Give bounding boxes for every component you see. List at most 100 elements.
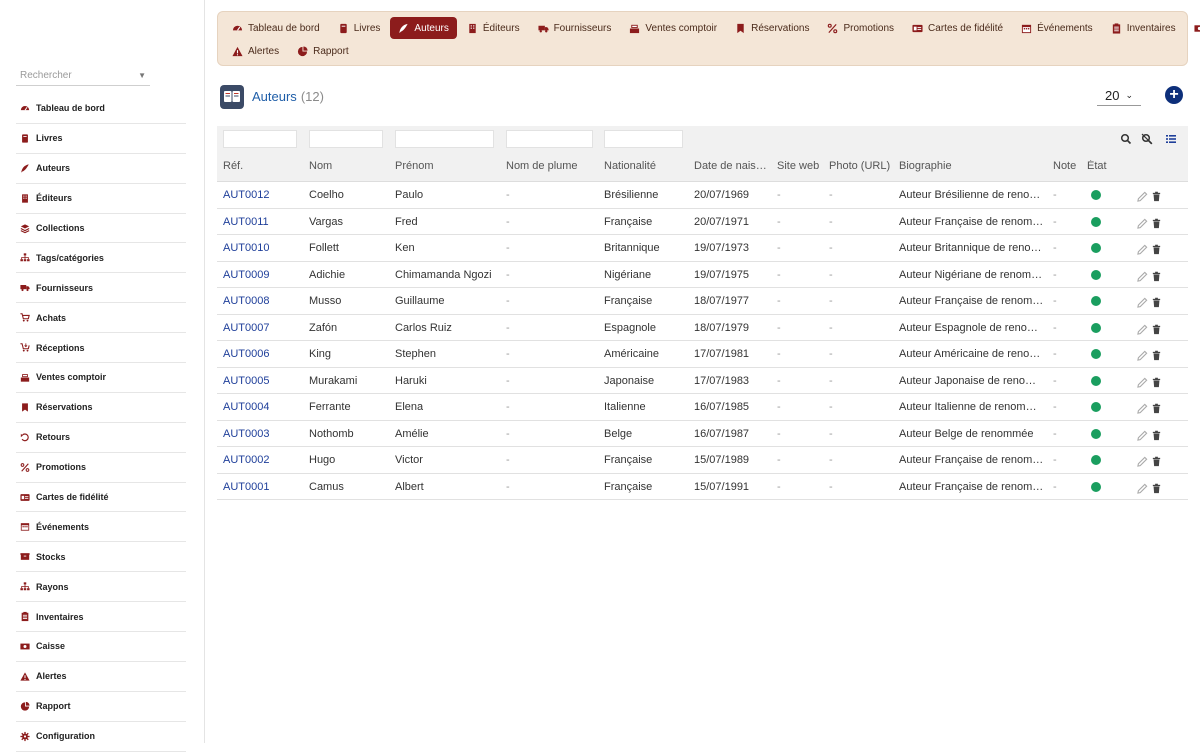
nav-tab-evenements[interactable]: Événements xyxy=(1013,17,1101,39)
nav-tab-promotions[interactable]: Promotions xyxy=(819,17,902,39)
sidebar-item-receptions[interactable]: Réceptions xyxy=(16,333,186,364)
filter-prenom-input[interactable] xyxy=(395,130,494,148)
sidebar-item-ventes-comptoir[interactable]: Ventes comptoir xyxy=(16,363,186,393)
column-header-photo-url[interactable]: Photo (URL) xyxy=(829,160,890,172)
author-ref-link[interactable]: AUT0010 xyxy=(223,242,269,254)
nav-tab-editeurs[interactable]: Éditeurs xyxy=(459,17,528,39)
nav-tab-caisse[interactable]: Caisse xyxy=(1186,17,1200,39)
author-ref-link[interactable]: AUT0001 xyxy=(223,481,269,493)
author-ref-link[interactable]: AUT0004 xyxy=(223,401,269,413)
sidebar-item-caisse[interactable]: Caisse xyxy=(16,632,186,662)
edit-icon[interactable] xyxy=(1137,322,1148,335)
trash-icon[interactable] xyxy=(1151,348,1162,361)
edit-icon[interactable] xyxy=(1137,269,1148,282)
filter-nom-input[interactable] xyxy=(309,130,383,148)
trash-icon[interactable] xyxy=(1151,428,1162,440)
column-header-ref[interactable]: Réf. xyxy=(223,160,243,172)
trash-icon[interactable] xyxy=(1151,481,1162,493)
sidebar-item-inventaires[interactable]: Inventaires xyxy=(16,602,186,633)
sidebar-item-configuration[interactable]: Configuration xyxy=(16,722,186,752)
author-ref-link[interactable]: AUT0002 xyxy=(223,454,269,466)
table-cell: - xyxy=(829,189,833,201)
sidebar-item-editeurs[interactable]: Éditeurs xyxy=(16,184,186,214)
edit-icon[interactable] xyxy=(1137,428,1148,441)
sidebar-item-collections[interactable]: Collections xyxy=(16,214,186,244)
nav-tab-reservations[interactable]: Réservations xyxy=(727,17,817,39)
trash-icon[interactable] xyxy=(1151,322,1162,334)
sidebar-item-retours[interactable]: Retours xyxy=(16,423,186,453)
clear-search-icon[interactable] xyxy=(1141,132,1153,145)
sidebar-item-cartes-de-fidelite[interactable]: Cartes de fidélité xyxy=(16,483,186,513)
trash-icon[interactable] xyxy=(1151,295,1162,308)
sidebar-item-alertes[interactable]: Alertes xyxy=(16,662,186,692)
sidebar-item-rapport[interactable]: Rapport xyxy=(16,692,186,722)
nav-tab-livres[interactable]: Livres xyxy=(330,17,389,39)
column-header-nationalite[interactable]: Nationalité xyxy=(604,160,656,172)
nav-tab-tableau-de-bord[interactable]: Tableau de bord xyxy=(224,17,328,39)
nav-tab-fournisseurs[interactable]: Fournisseurs xyxy=(530,17,620,39)
per-page-select[interactable]: 20 ⌄ xyxy=(1097,86,1141,106)
edit-icon[interactable] xyxy=(1137,242,1148,255)
column-header-site-web[interactable]: Site web xyxy=(777,160,819,172)
column-header-etat[interactable]: État xyxy=(1087,160,1107,172)
add-author-button[interactable]: + xyxy=(1165,86,1183,104)
sidebar-item-auteurs[interactable]: Auteurs xyxy=(16,154,186,184)
column-header-date-de-naissance[interactable]: Date de naissance xyxy=(694,160,769,172)
edit-icon[interactable] xyxy=(1137,375,1148,388)
sidebar-item-rayons[interactable]: Rayons xyxy=(16,572,186,603)
edit-icon[interactable] xyxy=(1137,189,1148,202)
column-header-note[interactable]: Note xyxy=(1053,160,1076,172)
sidebar-item-tableau-de-bord[interactable]: Tableau de bord xyxy=(16,94,186,124)
edit-icon[interactable] xyxy=(1137,481,1148,494)
sidebar-item-promotions[interactable]: Promotions xyxy=(16,453,186,483)
edit-icon[interactable] xyxy=(1137,454,1148,467)
nav-tab-cartes-de-fidelite[interactable]: Cartes de fidélité xyxy=(904,17,1011,39)
filter-ref-input[interactable] xyxy=(223,130,297,148)
table-cell: - xyxy=(506,348,510,360)
filter-nationalite-input[interactable] xyxy=(604,130,683,148)
nav-tab-ventes-comptoir[interactable]: Ventes comptoir xyxy=(621,17,725,39)
author-ref-link[interactable]: AUT0007 xyxy=(223,322,269,334)
search-icon[interactable] xyxy=(1120,132,1132,145)
author-ref-link[interactable]: AUT0012 xyxy=(223,189,269,201)
sidebar-search-input[interactable]: Rechercher ▼ xyxy=(16,66,150,86)
column-header-nom[interactable]: Nom xyxy=(309,160,332,172)
table-cell: - xyxy=(506,189,510,201)
author-ref-link[interactable]: AUT0006 xyxy=(223,348,269,360)
trash-icon[interactable] xyxy=(1151,189,1162,202)
sidebar-item-tags-categories[interactable]: Tags/catégories xyxy=(16,243,186,274)
sidebar-item-achats[interactable]: Achats xyxy=(16,303,186,334)
author-ref-link[interactable]: AUT0008 xyxy=(223,295,269,307)
author-ref-link[interactable]: AUT0011 xyxy=(223,216,269,228)
trash-icon[interactable] xyxy=(1151,216,1162,228)
sidebar-item-reservations[interactable]: Réservations xyxy=(16,393,186,423)
edit-icon[interactable] xyxy=(1137,216,1148,229)
table-cell: 19/07/1975 xyxy=(694,268,750,281)
edit-icon[interactable] xyxy=(1137,401,1148,414)
author-ref-link[interactable]: AUT0003 xyxy=(223,428,269,440)
nav-tab-inventaires[interactable]: Inventaires xyxy=(1103,17,1184,39)
trash-icon[interactable] xyxy=(1151,375,1162,387)
sidebar-item-stocks[interactable]: Stocks xyxy=(16,542,186,573)
column-header-prenom[interactable]: Prénom xyxy=(395,160,434,172)
sidebar-item-evenements[interactable]: Événements xyxy=(16,512,186,543)
table-cell: Camus xyxy=(309,480,344,493)
trash-icon[interactable] xyxy=(1151,269,1162,281)
trash-icon[interactable] xyxy=(1151,242,1162,255)
trash-icon[interactable] xyxy=(1151,454,1162,467)
id-card-icon xyxy=(912,23,923,34)
trash-icon[interactable] xyxy=(1151,401,1162,414)
edit-icon[interactable] xyxy=(1137,295,1148,308)
author-ref-link[interactable]: AUT0009 xyxy=(223,269,269,281)
column-list-icon[interactable] xyxy=(1165,132,1177,144)
sidebar-item-fournisseurs[interactable]: Fournisseurs xyxy=(16,273,186,304)
nav-tab-rapport[interactable]: Rapport xyxy=(289,40,357,62)
sidebar-item-livres[interactable]: Livres xyxy=(16,124,186,154)
edit-icon[interactable] xyxy=(1137,348,1148,361)
nav-tab-auteurs[interactable]: Auteurs xyxy=(390,17,457,39)
author-ref-link[interactable]: AUT0005 xyxy=(223,375,269,387)
filter-nom-plume-input[interactable] xyxy=(506,130,593,148)
nav-tab-alertes[interactable]: Alertes xyxy=(224,40,287,62)
column-header-biographie[interactable]: Biographie xyxy=(899,160,952,172)
column-header-nom-de-plume[interactable]: Nom de plume xyxy=(506,160,578,172)
